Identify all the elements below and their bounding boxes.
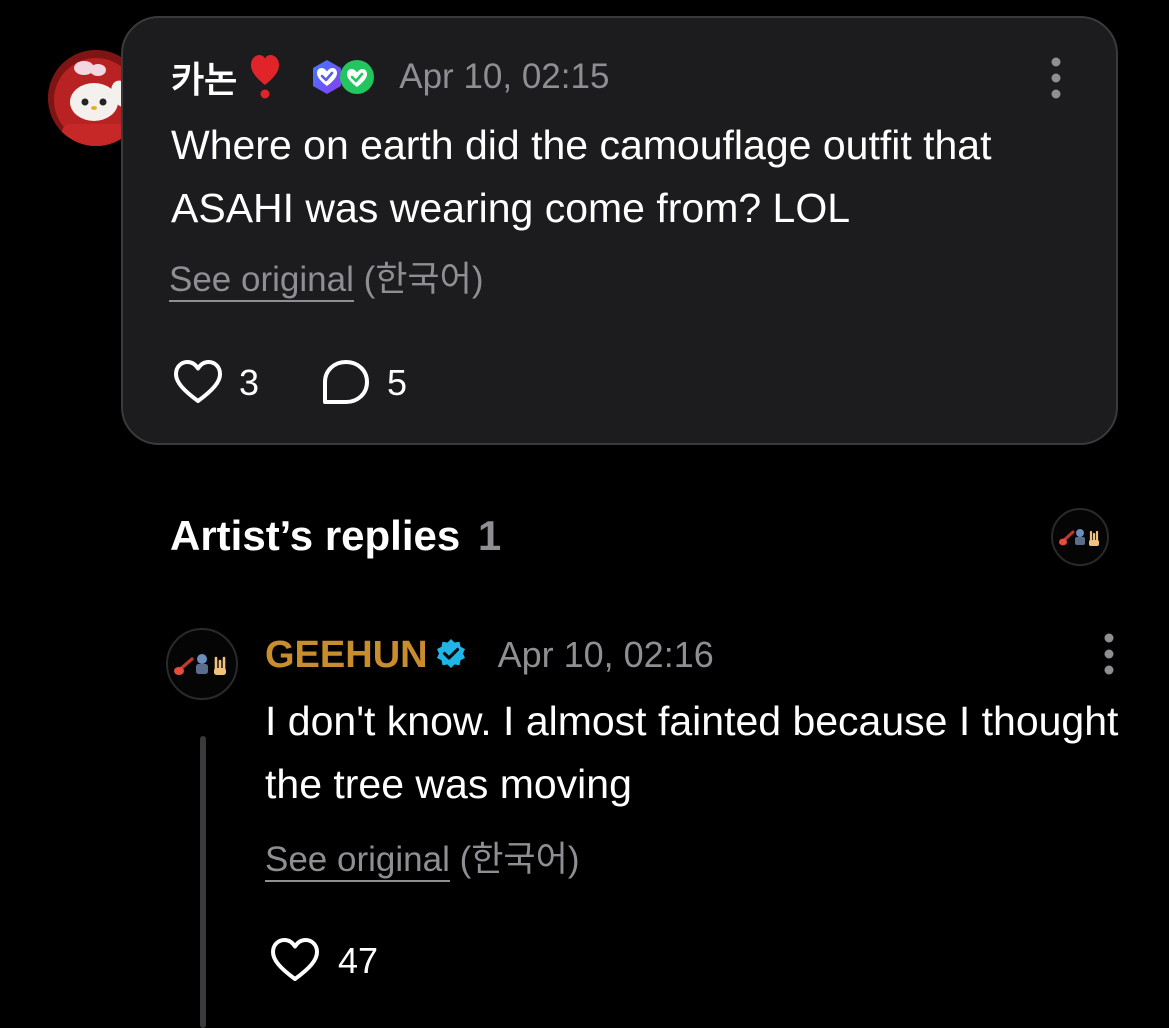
comment-header: 카논 Apr 10, 02:15 [171,52,609,102]
reply-text: I don't know. I almost fainted because I… [265,698,1119,807]
original-language-label: (한국어) [459,840,580,879]
artist-avatar-small[interactable] [1051,508,1109,566]
emoji-avatar-image [174,654,226,675]
reply-header: GEEHUN Apr 10, 02:16 [265,630,714,680]
comment-reply-button[interactable]: 5 [319,356,407,410]
comment-like-count: 3 [239,362,260,403]
comment-thread-page: 카논 Apr 10, 02:15 Where on earth did the … [0,0,1169,1028]
heart-icon [271,938,319,981]
comment-more-options-icon[interactable] [1046,56,1066,100]
comment-reply-count: 5 [387,362,408,403]
see-original-link[interactable]: See original [169,260,354,302]
reply-thread-line [200,736,206,1028]
artist-replies-title: Artist’s replies [170,512,461,559]
reply-see-original: See original (한국어) [265,838,580,882]
heart-icon [174,360,222,403]
emoji-avatar-image [1059,529,1099,546]
comment-like-button[interactable]: 3 [171,356,259,410]
original-language-label: (한국어) [363,260,484,299]
commenter-name[interactable]: 카논 [171,51,237,103]
speech-bubble-icon [323,360,370,404]
geehun-avatar[interactable] [166,628,238,700]
artist-replies-heading: Artist’s replies 1 [170,512,501,560]
comment-see-original: See original (한국어) [169,258,484,302]
green-verified-badge-icon [340,60,375,94]
reply-like-button[interactable]: 47 [268,934,378,988]
artist-name[interactable]: GEEHUN [265,634,428,677]
comment-text: Where on earth did the camouflage outfit… [171,122,992,231]
user-badges [309,59,375,95]
verified-badge-icon [436,639,465,668]
red-exclamation-heart-emoji [251,55,280,99]
artist-replies-count: 1 [477,512,502,559]
see-original-link[interactable]: See original [265,840,450,882]
reply-like-count: 47 [338,940,379,981]
comment-actions: 3 5 [171,356,407,410]
reply-more-options-icon[interactable] [1099,632,1119,676]
comment-card: 카논 Apr 10, 02:15 Where on earth did the … [121,16,1118,445]
comment-timestamp: Apr 10, 02:15 [399,57,610,96]
reply-timestamp: Apr 10, 02:16 [497,634,714,675]
